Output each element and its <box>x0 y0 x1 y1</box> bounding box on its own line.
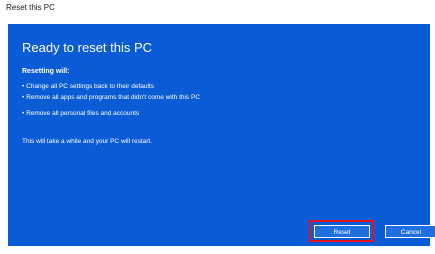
cancel-button[interactable]: Cancel <box>385 225 435 238</box>
bullet-list: • Change all PC settings back to their d… <box>22 81 200 119</box>
reset-button[interactable]: Reset <box>314 225 370 238</box>
bullet-item: • Remove all apps and programs that didn… <box>22 94 201 101</box>
panel-subheading: Resetting will: <box>22 68 70 75</box>
title-bar: Reset this PC <box>0 0 435 18</box>
panel-heading: Ready to reset this PC <box>22 40 153 55</box>
bullet-item: • Change all PC settings back to their d… <box>22 83 154 90</box>
reset-panel: Ready to reset this PC Resetting will: •… <box>8 24 435 246</box>
restart-note: This will take a while and your PC will … <box>22 138 153 145</box>
reset-dialog-window: Reset this PC Ready to reset this PC Res… <box>0 0 435 254</box>
bullet-item: • Remove all personal files and accounts <box>22 110 140 117</box>
window-title: Reset this PC <box>6 3 55 12</box>
